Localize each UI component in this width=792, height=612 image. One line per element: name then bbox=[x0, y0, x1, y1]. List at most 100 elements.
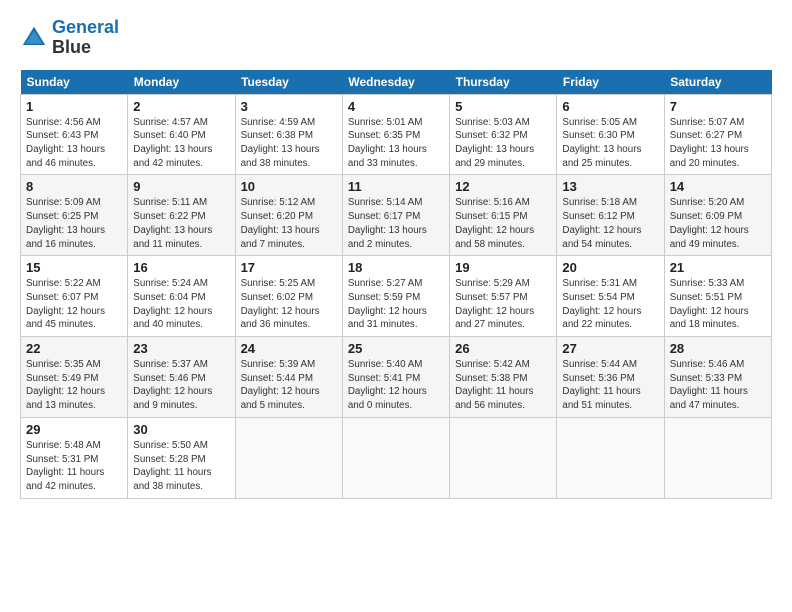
day-cell-25: 25 Sunrise: 5:40 AM Sunset: 5:41 PM Dayli… bbox=[342, 337, 449, 418]
day-number: 28 bbox=[670, 341, 766, 356]
day-info: Sunrise: 4:59 AM Sunset: 6:38 PM Dayligh… bbox=[241, 116, 337, 171]
calendar-table: SundayMondayTuesdayWednesdayThursdayFrid… bbox=[20, 70, 772, 499]
week-row-4: 22 Sunrise: 5:35 AM Sunset: 5:49 PM Dayli… bbox=[21, 337, 772, 418]
day-number: 27 bbox=[562, 341, 658, 356]
day-number: 4 bbox=[348, 99, 444, 114]
weekday-header-row: SundayMondayTuesdayWednesdayThursdayFrid… bbox=[21, 70, 772, 95]
day-info: Sunrise: 5:14 AM Sunset: 6:17 PM Dayligh… bbox=[348, 196, 444, 251]
day-number: 2 bbox=[133, 99, 229, 114]
day-number: 11 bbox=[348, 179, 444, 194]
logo-icon bbox=[20, 24, 48, 52]
empty-cell bbox=[450, 417, 557, 498]
day-info: Sunrise: 5:24 AM Sunset: 6:04 PM Dayligh… bbox=[133, 277, 229, 332]
weekday-thursday: Thursday bbox=[450, 70, 557, 95]
day-info: Sunrise: 5:20 AM Sunset: 6:09 PM Dayligh… bbox=[670, 196, 766, 251]
day-info: Sunrise: 5:44 AM Sunset: 5:36 PM Dayligh… bbox=[562, 358, 658, 413]
day-cell-17: 17 Sunrise: 5:25 AM Sunset: 6:02 PM Dayli… bbox=[235, 256, 342, 337]
day-info: Sunrise: 5:40 AM Sunset: 5:41 PM Dayligh… bbox=[348, 358, 444, 413]
day-cell-8: 8 Sunrise: 5:09 AM Sunset: 6:25 PM Daylig… bbox=[21, 175, 128, 256]
weekday-friday: Friday bbox=[557, 70, 664, 95]
day-info: Sunrise: 5:27 AM Sunset: 5:59 PM Dayligh… bbox=[348, 277, 444, 332]
day-cell-13: 13 Sunrise: 5:18 AM Sunset: 6:12 PM Dayli… bbox=[557, 175, 664, 256]
day-info: Sunrise: 5:18 AM Sunset: 6:12 PM Dayligh… bbox=[562, 196, 658, 251]
day-number: 14 bbox=[670, 179, 766, 194]
day-number: 5 bbox=[455, 99, 551, 114]
day-info: Sunrise: 5:46 AM Sunset: 5:33 PM Dayligh… bbox=[670, 358, 766, 413]
day-number: 21 bbox=[670, 260, 766, 275]
day-cell-1: 1 Sunrise: 4:56 AM Sunset: 6:43 PM Daylig… bbox=[21, 94, 128, 175]
day-number: 20 bbox=[562, 260, 658, 275]
day-cell-11: 11 Sunrise: 5:14 AM Sunset: 6:17 PM Dayli… bbox=[342, 175, 449, 256]
day-cell-9: 9Sunrise: 5:11 AM Sunset: 6:22 PM Daylig… bbox=[128, 175, 235, 256]
day-number: 6 bbox=[562, 99, 658, 114]
day-info: Sunrise: 5:22 AM Sunset: 6:07 PM Dayligh… bbox=[26, 277, 122, 332]
day-info: Sunrise: 5:33 AM Sunset: 5:51 PM Dayligh… bbox=[670, 277, 766, 332]
weekday-monday: Monday bbox=[128, 70, 235, 95]
day-cell-6: 6 Sunrise: 5:05 AM Sunset: 6:30 PM Daylig… bbox=[557, 94, 664, 175]
day-cell-30: 30Sunrise: 5:50 AM Sunset: 5:28 PM Dayli… bbox=[128, 417, 235, 498]
day-number: 25 bbox=[348, 341, 444, 356]
day-info: Sunrise: 5:12 AM Sunset: 6:20 PM Dayligh… bbox=[241, 196, 337, 251]
day-number: 3 bbox=[241, 99, 337, 114]
day-cell-7: 7Sunrise: 5:07 AM Sunset: 6:27 PM Daylig… bbox=[664, 94, 771, 175]
day-cell-10: 10Sunrise: 5:12 AM Sunset: 6:20 PM Dayli… bbox=[235, 175, 342, 256]
day-info: Sunrise: 5:48 AM Sunset: 5:31 PM Dayligh… bbox=[26, 439, 122, 494]
day-info: Sunrise: 4:57 AM Sunset: 6:40 PM Dayligh… bbox=[133, 116, 229, 171]
day-number: 15 bbox=[26, 260, 122, 275]
empty-cell bbox=[557, 417, 664, 498]
day-cell-12: 12 Sunrise: 5:16 AM Sunset: 6:15 PM Dayli… bbox=[450, 175, 557, 256]
day-cell-28: 28 Sunrise: 5:46 AM Sunset: 5:33 PM Dayli… bbox=[664, 337, 771, 418]
day-info: Sunrise: 5:39 AM Sunset: 5:44 PM Dayligh… bbox=[241, 358, 337, 413]
day-number: 24 bbox=[241, 341, 337, 356]
day-number: 8 bbox=[26, 179, 122, 194]
day-number: 30 bbox=[133, 422, 229, 437]
day-info: Sunrise: 5:29 AM Sunset: 5:57 PM Dayligh… bbox=[455, 277, 551, 332]
day-cell-4: 4Sunrise: 5:01 AM Sunset: 6:35 PM Daylig… bbox=[342, 94, 449, 175]
day-number: 22 bbox=[26, 341, 122, 356]
week-row-1: 1 Sunrise: 4:56 AM Sunset: 6:43 PM Daylig… bbox=[21, 94, 772, 175]
day-info: Sunrise: 5:05 AM Sunset: 6:30 PM Dayligh… bbox=[562, 116, 658, 171]
day-info: Sunrise: 5:35 AM Sunset: 5:49 PM Dayligh… bbox=[26, 358, 122, 413]
day-cell-26: 26 Sunrise: 5:42 AM Sunset: 5:38 PM Dayli… bbox=[450, 337, 557, 418]
day-cell-14: 14 Sunrise: 5:20 AM Sunset: 6:09 PM Dayli… bbox=[664, 175, 771, 256]
day-cell-15: 15 Sunrise: 5:22 AM Sunset: 6:07 PM Dayli… bbox=[21, 256, 128, 337]
logo-text: General Blue bbox=[52, 18, 119, 58]
day-number: 12 bbox=[455, 179, 551, 194]
day-info: Sunrise: 5:11 AM Sunset: 6:22 PM Dayligh… bbox=[133, 196, 229, 251]
day-cell-20: 20 Sunrise: 5:31 AM Sunset: 5:54 PM Dayli… bbox=[557, 256, 664, 337]
weekday-wednesday: Wednesday bbox=[342, 70, 449, 95]
day-number: 23 bbox=[133, 341, 229, 356]
logo: General Blue bbox=[20, 18, 119, 58]
week-row-5: 29 Sunrise: 5:48 AM Sunset: 5:31 PM Dayli… bbox=[21, 417, 772, 498]
empty-cell bbox=[664, 417, 771, 498]
page-header: General Blue bbox=[20, 18, 772, 58]
day-cell-16: 16 Sunrise: 5:24 AM Sunset: 6:04 PM Dayli… bbox=[128, 256, 235, 337]
empty-cell bbox=[235, 417, 342, 498]
day-number: 26 bbox=[455, 341, 551, 356]
week-row-2: 8 Sunrise: 5:09 AM Sunset: 6:25 PM Daylig… bbox=[21, 175, 772, 256]
weekday-sunday: Sunday bbox=[21, 70, 128, 95]
day-info: Sunrise: 5:16 AM Sunset: 6:15 PM Dayligh… bbox=[455, 196, 551, 251]
day-number: 19 bbox=[455, 260, 551, 275]
day-number: 13 bbox=[562, 179, 658, 194]
day-cell-19: 19 Sunrise: 5:29 AM Sunset: 5:57 PM Dayli… bbox=[450, 256, 557, 337]
day-number: 1 bbox=[26, 99, 122, 114]
day-cell-24: 24 Sunrise: 5:39 AM Sunset: 5:44 PM Dayli… bbox=[235, 337, 342, 418]
empty-cell bbox=[342, 417, 449, 498]
day-info: Sunrise: 5:31 AM Sunset: 5:54 PM Dayligh… bbox=[562, 277, 658, 332]
weekday-tuesday: Tuesday bbox=[235, 70, 342, 95]
day-info: Sunrise: 5:42 AM Sunset: 5:38 PM Dayligh… bbox=[455, 358, 551, 413]
day-number: 17 bbox=[241, 260, 337, 275]
day-number: 18 bbox=[348, 260, 444, 275]
day-cell-23: 23 Sunrise: 5:37 AM Sunset: 5:46 PM Dayli… bbox=[128, 337, 235, 418]
week-row-3: 15 Sunrise: 5:22 AM Sunset: 6:07 PM Dayli… bbox=[21, 256, 772, 337]
day-info: Sunrise: 5:37 AM Sunset: 5:46 PM Dayligh… bbox=[133, 358, 229, 413]
day-cell-18: 18 Sunrise: 5:27 AM Sunset: 5:59 PM Dayli… bbox=[342, 256, 449, 337]
weekday-saturday: Saturday bbox=[664, 70, 771, 95]
day-info: Sunrise: 5:03 AM Sunset: 6:32 PM Dayligh… bbox=[455, 116, 551, 171]
day-number: 16 bbox=[133, 260, 229, 275]
day-info: Sunrise: 5:25 AM Sunset: 6:02 PM Dayligh… bbox=[241, 277, 337, 332]
day-info: Sunrise: 5:09 AM Sunset: 6:25 PM Dayligh… bbox=[26, 196, 122, 251]
day-number: 29 bbox=[26, 422, 122, 437]
day-info: Sunrise: 4:56 AM Sunset: 6:43 PM Dayligh… bbox=[26, 116, 122, 171]
